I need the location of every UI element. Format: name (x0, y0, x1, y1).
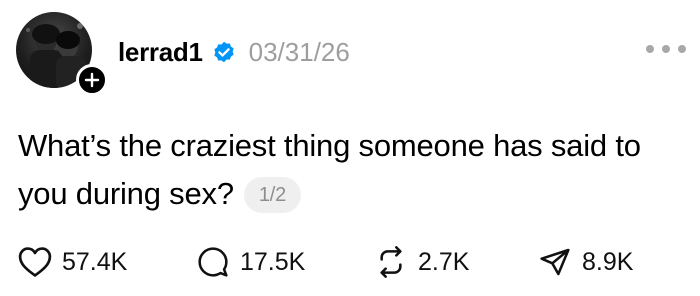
heart-icon (18, 247, 52, 277)
send-icon (540, 248, 570, 276)
repost-icon (380, 246, 402, 278)
post-date: 03/31/26 (248, 36, 350, 67)
repost-button[interactable]: 2.7K (374, 242, 469, 282)
comment-icon (198, 247, 228, 277)
follow-button[interactable] (76, 64, 108, 96)
repost-count: 2.7K (418, 247, 470, 276)
share-count: 8.9K (582, 247, 634, 276)
reply-count: 17.5K (240, 247, 306, 276)
post-text: What’s the craziest thing someone has sa… (18, 128, 641, 211)
avatar-container[interactable] (16, 12, 108, 96)
ellipsis-icon (678, 45, 686, 53)
reply-button[interactable]: 17.5K (196, 242, 305, 282)
like-button[interactable]: 57.4K (18, 242, 127, 282)
plus-icon (84, 72, 100, 88)
more-options-button[interactable] (646, 42, 686, 56)
like-count: 57.4K (62, 247, 128, 276)
verified-badge-icon (211, 39, 237, 65)
ellipsis-icon (646, 45, 654, 53)
thread-counter[interactable]: 1/2 (243, 177, 302, 213)
ellipsis-icon (662, 45, 670, 53)
username[interactable]: lerrad1 (118, 37, 203, 68)
action-bar: 57.4K 17.5K 2.7K 8.9K (18, 242, 698, 282)
share-button[interactable]: 8.9K (538, 242, 633, 282)
post-body: What’s the craziest thing someone has sa… (18, 122, 688, 218)
post-header: lerrad1 03/31/26 (118, 34, 350, 70)
